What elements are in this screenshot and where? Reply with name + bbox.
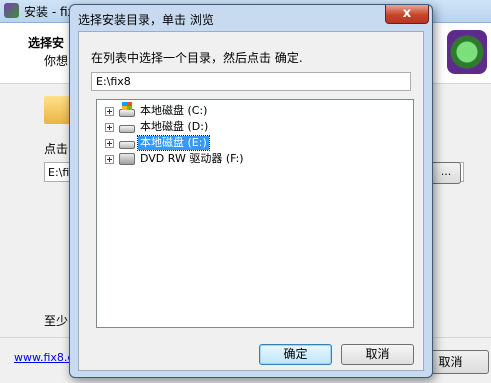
ok-button[interactable]: 确定 bbox=[259, 344, 332, 365]
close-icon: x bbox=[402, 6, 412, 21]
dialog-title: 选择安装目录，单击 浏览 bbox=[78, 13, 214, 27]
installer-app-icon bbox=[4, 3, 19, 18]
tree-item-drive-d[interactable]: 本地磁盘 (D:) bbox=[105, 119, 210, 135]
expand-icon[interactable] bbox=[105, 106, 114, 116]
dialog-title-bar[interactable]: 选择安装目录，单击 浏览 x bbox=[70, 5, 432, 31]
installer-space-label: 至少 bbox=[44, 314, 69, 328]
tree-item-drive-f[interactable]: DVD RW 驱动器 (F:) bbox=[105, 151, 246, 167]
folder-path-input[interactable]: E:\fix8 bbox=[91, 72, 411, 91]
system-drive-icon bbox=[119, 102, 135, 117]
cancel-button[interactable]: 取消 bbox=[341, 344, 414, 365]
installer-title: 安装 - fix bbox=[24, 5, 75, 19]
drive-label: DVD RW 驱动器 (F:) bbox=[140, 152, 244, 165]
folder-icon bbox=[44, 96, 70, 124]
expand-icon[interactable] bbox=[105, 154, 114, 164]
tree-item-drive-c[interactable]: 本地磁盘 (C:) bbox=[105, 102, 209, 119]
folder-tree[interactable]: 本地磁盘 (C:) 本地磁盘 (D:) 本地磁盘 (E:) DVD RW 驱动器… bbox=[96, 99, 414, 328]
dialog-body: 在列表中选择一个目录，然后点击 确定. E:\fix8 本地磁盘 (C:) 本地… bbox=[78, 31, 424, 371]
dvd-drive-icon bbox=[119, 153, 135, 165]
dialog-instruction: 在列表中选择一个目录，然后点击 确定. bbox=[91, 51, 303, 65]
installer-subheading: 你想 bbox=[44, 54, 69, 68]
hard-drive-icon bbox=[119, 141, 135, 149]
tree-item-drive-e[interactable]: 本地磁盘 (E:) bbox=[105, 135, 210, 151]
drive-label: 本地磁盘 (C:) bbox=[140, 104, 208, 117]
drive-label-selected: 本地磁盘 (E:) bbox=[137, 135, 210, 151]
drive-label: 本地磁盘 (D:) bbox=[140, 120, 209, 133]
installer-instruction-label: 点击 bbox=[44, 142, 69, 156]
close-button[interactable]: x bbox=[385, 5, 429, 24]
installer-browse-button[interactable]: ... bbox=[431, 162, 461, 184]
expand-icon[interactable] bbox=[105, 138, 114, 148]
browse-folder-dialog: 选择安装目录，单击 浏览 x 在列表中选择一个目录，然后点击 确定. E:\fi… bbox=[69, 4, 433, 378]
expand-icon[interactable] bbox=[105, 122, 114, 132]
hard-drive-icon bbox=[119, 125, 135, 133]
installer-heading: 选择安 bbox=[28, 36, 65, 50]
installer-logo-icon bbox=[447, 30, 487, 74]
